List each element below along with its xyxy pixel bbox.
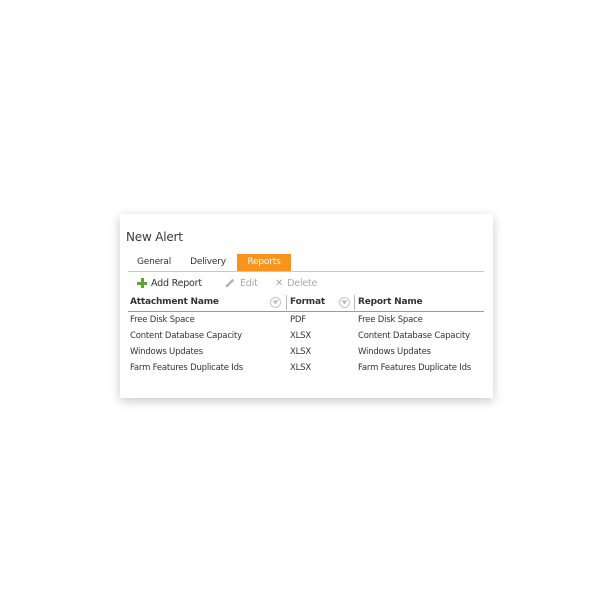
add-report-label: Add Report (151, 277, 202, 289)
column-header-format[interactable]: Format (290, 294, 325, 311)
cell-report-name: Content Database Capacity (358, 331, 470, 341)
dialog-title: New Alert (126, 230, 183, 244)
table-row[interactable]: Free Disk Space PDF Free Disk Space (128, 312, 484, 328)
filter-icon[interactable] (270, 297, 281, 308)
filter-icon[interactable] (339, 297, 350, 308)
reports-toolbar: Add Report Edit ✕ Delete (128, 275, 484, 291)
plus-icon (137, 278, 147, 288)
delete-label: Delete (287, 277, 318, 289)
cell-report-name: Farm Features Duplicate Ids (358, 363, 472, 373)
x-icon: ✕ (275, 277, 284, 289)
edit-button[interactable]: Edit (224, 275, 258, 291)
pencil-icon (226, 278, 235, 287)
table-row[interactable]: Content Database Capacity XLSX Content D… (128, 328, 484, 344)
grid-header: Attachment Name Format Report Name (128, 294, 484, 312)
cell-format: XLSX (290, 347, 311, 357)
cell-attachment-name: Windows Updates (130, 347, 203, 357)
column-divider[interactable] (286, 295, 287, 310)
tab-general[interactable]: General (134, 254, 174, 271)
column-header-report-name[interactable]: Report Name (358, 294, 423, 311)
new-alert-dialog: New Alert General Delivery Reports Add R… (120, 214, 493, 398)
cell-format: PDF (290, 315, 306, 325)
reports-grid: Attachment Name Format Report Name Free … (128, 294, 484, 376)
cell-attachment-name: Content Database Capacity (130, 331, 242, 341)
cell-report-name: Free Disk Space (358, 315, 423, 325)
cell-attachment-name: Farm Features Duplicate Ids (130, 363, 244, 373)
column-header-attachment-name[interactable]: Attachment Name (130, 294, 219, 311)
table-row[interactable]: Farm Features Duplicate Ids XLSX Farm Fe… (128, 360, 484, 376)
tab-bar: General Delivery Reports (128, 254, 484, 272)
table-row[interactable]: Windows Updates XLSX Windows Updates (128, 344, 484, 360)
cell-format: XLSX (290, 331, 311, 341)
tab-delivery[interactable]: Delivery (186, 254, 230, 271)
edit-label: Edit (240, 277, 258, 289)
tab-reports[interactable]: Reports (237, 254, 291, 271)
add-report-button[interactable]: Add Report (137, 275, 202, 291)
delete-button[interactable]: ✕ Delete (275, 275, 317, 291)
column-divider[interactable] (354, 295, 355, 310)
cell-report-name: Windows Updates (358, 347, 431, 357)
cell-attachment-name: Free Disk Space (130, 315, 195, 325)
cell-format: XLSX (290, 363, 311, 373)
